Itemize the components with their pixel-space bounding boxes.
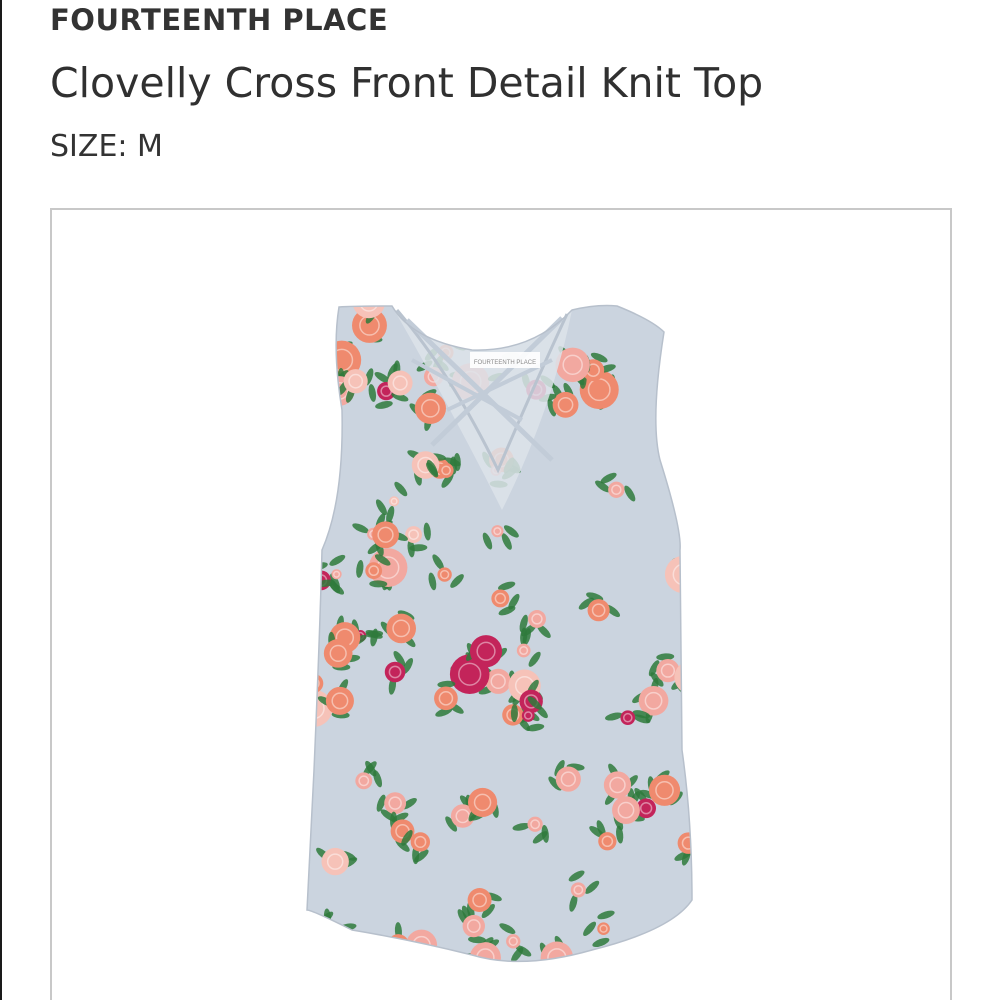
size-label: SIZE: M <box>50 129 163 164</box>
product-image-frame[interactable]: FOURTEENTH PLACE <box>50 208 952 1000</box>
product-image: FOURTEENTH PLACE <box>306 304 693 963</box>
svg-text:FOURTEENTH PLACE: FOURTEENTH PLACE <box>474 360 536 366</box>
product-title: Clovelly Cross Front Detail Knit Top <box>50 59 764 107</box>
top-garment: FOURTEENTH PLACE <box>306 304 693 963</box>
brand-name: FOURTEENTH PLACE <box>50 3 389 37</box>
left-edge-divider <box>0 0 2 1000</box>
